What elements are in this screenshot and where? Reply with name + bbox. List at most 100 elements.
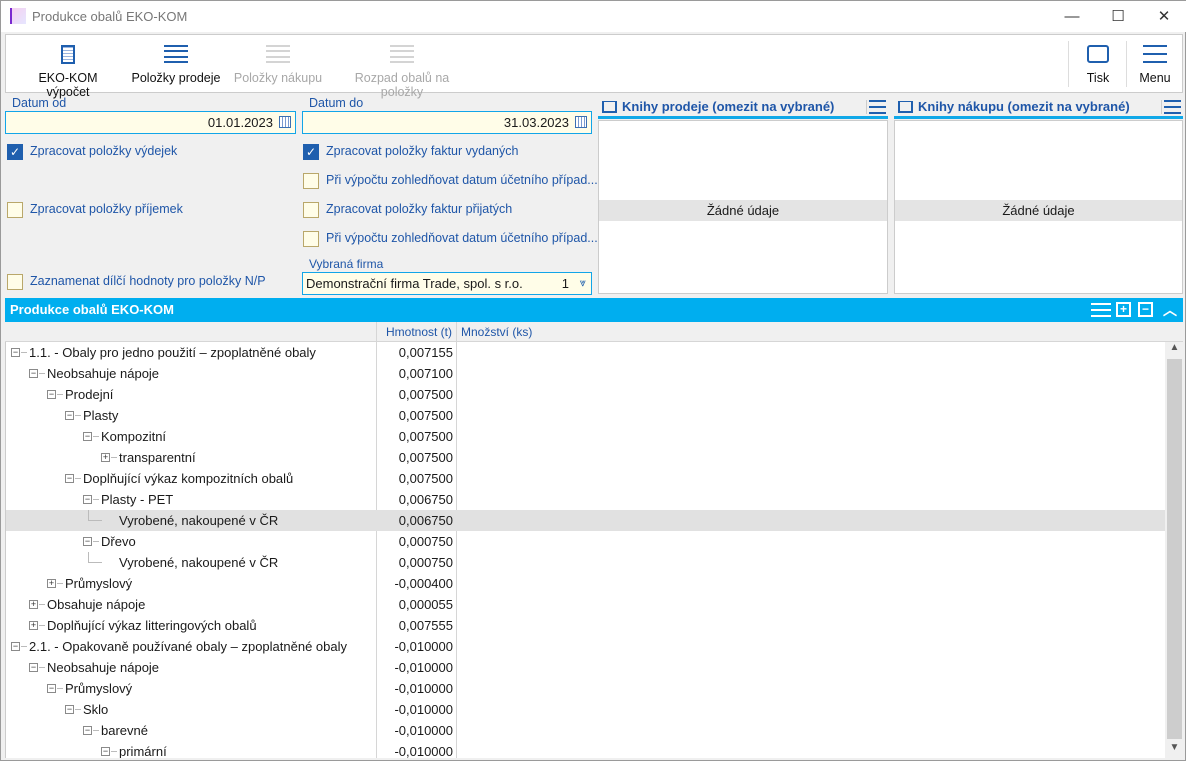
tree-row[interactable]: − Sklo -0,010000 bbox=[6, 699, 1165, 720]
date-to-input[interactable]: 31.03.2023 bbox=[302, 111, 592, 134]
collapse-icon[interactable]: − bbox=[65, 411, 74, 420]
checkbox-issue-items[interactable]: ✓ Zpracovat položky výdejek bbox=[7, 144, 177, 160]
row-weight: 0,007500 bbox=[398, 471, 453, 486]
checkbox[interactable] bbox=[303, 173, 319, 189]
packaging-breakdown-button[interactable]: Rozpad obalů na položky bbox=[334, 45, 470, 99]
eko-kom-calc-button[interactable]: EKO-KOM výpočet bbox=[16, 45, 120, 99]
empty-message: Žádné údaje bbox=[599, 200, 887, 221]
collapse-icon[interactable]: − bbox=[83, 537, 92, 546]
date-from-input[interactable]: 01.01.2023 bbox=[5, 111, 296, 134]
checkbox-accounting-date-1[interactable]: Při výpočtu zohledňovat datum účetního p… bbox=[303, 173, 598, 189]
expand-icon[interactable]: + bbox=[29, 600, 38, 609]
tree-row[interactable]: − Kompozitní 0,007500 bbox=[6, 426, 1165, 447]
tree-row[interactable]: Vyrobené, nakoupené v ČR 0,000750 bbox=[6, 552, 1165, 573]
column-quantity[interactable]: Množství (ks) bbox=[456, 322, 1156, 342]
row-label: Kompozitní bbox=[101, 429, 167, 444]
tree-row[interactable]: + Obsahuje nápoje 0,000055 bbox=[6, 594, 1165, 615]
list-icon bbox=[164, 45, 188, 63]
calculator-icon bbox=[61, 45, 75, 64]
minimize-button[interactable]: — bbox=[1049, 1, 1095, 32]
row-weight: -0,010000 bbox=[394, 723, 453, 738]
grid-title: Produkce obalů EKO-KOM bbox=[10, 302, 174, 317]
collapse-icon[interactable]: − bbox=[29, 663, 38, 672]
tree-row[interactable]: − Dřevo 0,000750 bbox=[6, 531, 1165, 552]
tree-connector bbox=[39, 604, 45, 605]
calendar-icon[interactable] bbox=[575, 116, 587, 128]
tree-row[interactable]: − Plasty - PET 0,006750 bbox=[6, 489, 1165, 510]
collapse-icon[interactable]: − bbox=[11, 348, 20, 357]
maximize-button[interactable]: ☐ bbox=[1095, 1, 1141, 32]
scrollbar-thumb[interactable] bbox=[1167, 359, 1182, 739]
grid-header-bar: Produkce obalů EKO-KOM + − ︿ bbox=[5, 298, 1183, 322]
collapse-icon[interactable]: − bbox=[101, 747, 110, 756]
collapse-icon[interactable]: − bbox=[29, 369, 38, 378]
purchase-items-button[interactable]: Položky nákupu bbox=[232, 45, 324, 85]
row-weight: -0,010000 bbox=[394, 744, 453, 758]
tree-row[interactable]: − barevné -0,010000 bbox=[6, 720, 1165, 741]
scroll-up-icon[interactable]: ▲ bbox=[1168, 342, 1181, 356]
tree-connector bbox=[93, 499, 99, 500]
checkbox-issued-invoices[interactable]: ✓ Zpracovat položky faktur vydaných bbox=[303, 144, 518, 160]
tree-row[interactable]: −1.1. - Obaly pro jedno použití – zpopla… bbox=[6, 342, 1165, 363]
calendar-icon[interactable] bbox=[279, 116, 291, 128]
collapse-icon[interactable]: − bbox=[83, 726, 92, 735]
tree-row[interactable]: Vyrobené, nakoupené v ČR 0,006750 bbox=[6, 510, 1165, 531]
collapse-icon[interactable]: − bbox=[47, 684, 56, 693]
row-label: Vyrobené, nakoupené v ČR bbox=[119, 513, 279, 528]
collapse-icon[interactable]: − bbox=[47, 390, 56, 399]
checkbox-partial-values[interactable]: Zaznamenat dílčí hodnoty pro položky N/P bbox=[7, 274, 266, 290]
hamburger-icon[interactable] bbox=[1161, 100, 1181, 114]
tree-row[interactable]: − Prodejní 0,007500 bbox=[6, 384, 1165, 405]
hamburger-icon[interactable] bbox=[866, 100, 886, 114]
chevron-down-icon[interactable]: ⩔ bbox=[580, 273, 586, 294]
tree-row[interactable]: − primární -0,010000 bbox=[6, 741, 1165, 758]
print-button[interactable]: Tisk bbox=[1074, 45, 1122, 85]
tree-row[interactable]: − Neobsahuje nápoje 0,007100 bbox=[6, 363, 1165, 384]
expand-icon[interactable]: + bbox=[101, 453, 110, 462]
checkbox[interactable] bbox=[7, 202, 23, 218]
row-label: Plasty - PET bbox=[101, 492, 174, 507]
vertical-scrollbar[interactable]: ▲ ▼ bbox=[1166, 342, 1183, 758]
checkbox-receipt-items[interactable]: Zpracovat položky příjemek bbox=[7, 202, 183, 218]
scroll-down-icon[interactable]: ▼ bbox=[1168, 742, 1181, 756]
tree-row[interactable]: − Plasty 0,007500 bbox=[6, 405, 1165, 426]
company-select[interactable]: Demonstrační firma Trade, spol. s r.o. 1 ⩔ bbox=[302, 272, 592, 295]
collapse-icon[interactable]: − bbox=[65, 474, 74, 483]
chevron-up-icon[interactable]: ︿ bbox=[1163, 298, 1177, 322]
sales-items-button[interactable]: Položky prodeje bbox=[130, 45, 222, 85]
row-label: Plasty bbox=[83, 408, 119, 423]
collapse-all-icon[interactable]: − bbox=[1138, 302, 1153, 317]
tree-row[interactable]: + transparentní 0,007500 bbox=[6, 447, 1165, 468]
tree-row[interactable]: − Průmyslový -0,010000 bbox=[6, 678, 1165, 699]
row-weight: 0,007500 bbox=[398, 387, 453, 402]
collapse-icon[interactable]: − bbox=[83, 495, 92, 504]
tree-row[interactable]: −2.1. - Opakovaně používané obaly – zpop… bbox=[6, 636, 1165, 657]
collapse-icon[interactable]: − bbox=[83, 432, 92, 441]
tree-row[interactable]: + Doplňující výkaz litteringových obalů 0,… bbox=[6, 615, 1165, 636]
tree-row[interactable]: + Průmyslový -0,000400 bbox=[6, 573, 1165, 594]
close-button[interactable]: ✕ bbox=[1141, 1, 1186, 32]
checkbox[interactable]: ✓ bbox=[7, 144, 23, 160]
tree-connector bbox=[88, 520, 102, 521]
tree-row[interactable]: − Doplňující výkaz kompozitních obalů 0,00… bbox=[6, 468, 1165, 489]
app-icon bbox=[10, 8, 26, 24]
checkbox-accounting-date-2[interactable]: Při výpočtu zohledňovat datum účetního p… bbox=[303, 231, 598, 247]
expand-all-icon[interactable]: + bbox=[1116, 302, 1131, 317]
row-weight: 0,007100 bbox=[398, 366, 453, 381]
expand-icon[interactable]: + bbox=[47, 579, 56, 588]
checkbox-received-invoices[interactable]: Zpracovat položky faktur přijatých bbox=[303, 202, 512, 218]
sales-books-list[interactable]: Žádné údaje bbox=[598, 120, 888, 294]
date-from-label: Datum od bbox=[12, 96, 67, 110]
checkbox[interactable] bbox=[303, 202, 319, 218]
collapse-icon[interactable]: − bbox=[11, 642, 20, 651]
expand-icon[interactable]: + bbox=[29, 621, 38, 630]
collapse-icon[interactable]: − bbox=[65, 705, 74, 714]
hamburger-icon[interactable] bbox=[1091, 303, 1111, 317]
checkbox[interactable] bbox=[303, 231, 319, 247]
tree-row[interactable]: − Neobsahuje nápoje -0,010000 bbox=[6, 657, 1165, 678]
purchase-books-list[interactable]: Žádné údaje bbox=[894, 120, 1183, 294]
checkbox[interactable] bbox=[7, 274, 23, 290]
menu-button[interactable]: Menu bbox=[1130, 45, 1180, 85]
column-weight[interactable]: Hmotnost (t) bbox=[376, 322, 456, 342]
checkbox[interactable]: ✓ bbox=[303, 144, 319, 160]
